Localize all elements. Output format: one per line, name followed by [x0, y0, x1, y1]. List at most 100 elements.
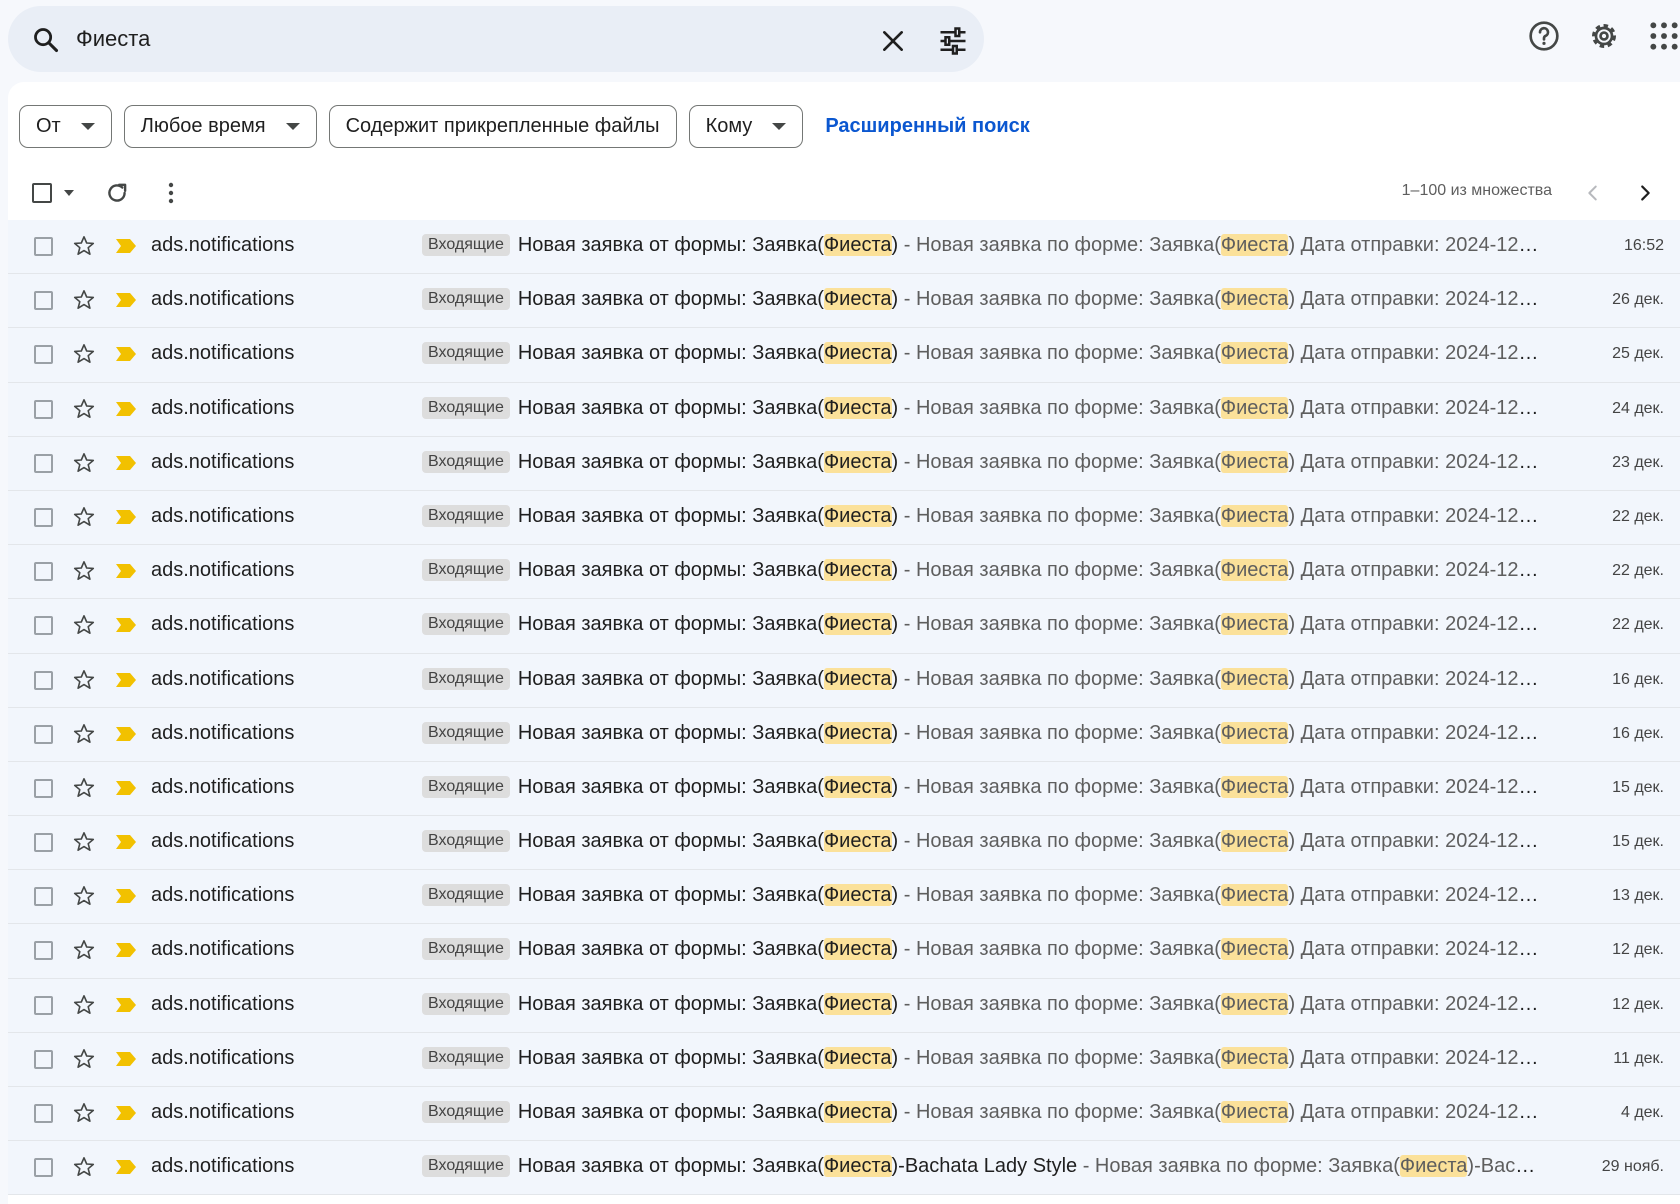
important-marker-icon[interactable] [115, 672, 137, 688]
email-row[interactable]: ads.notifications Входящие Новая заявка о… [8, 653, 1680, 708]
prev-page-icon[interactable] [1582, 182, 1604, 204]
email-row[interactable]: ads.notifications Входящие Новая заявка о… [8, 816, 1680, 871]
label-badge[interactable]: Входящие [422, 1155, 510, 1178]
row-checkbox[interactable] [34, 778, 53, 798]
close-icon[interactable] [880, 28, 906, 54]
label-badge[interactable]: Входящие [422, 1101, 510, 1123]
email-row[interactable]: ads.notifications Входящие Новая заявка о… [8, 599, 1680, 654]
select-all-checkbox[interactable] [32, 183, 52, 203]
important-marker-icon[interactable] [115, 617, 137, 633]
label-badge[interactable]: Входящие [422, 450, 510, 473]
email-row[interactable]: ads.notifications Входящие Новая заявка о… [8, 274, 1680, 329]
star-icon[interactable] [72, 505, 96, 529]
star-icon[interactable] [72, 234, 96, 258]
row-checkbox[interactable] [34, 399, 53, 419]
email-row[interactable]: ads.notifications Входящие Новая заявка о… [8, 328, 1680, 383]
search-icon[interactable] [32, 26, 60, 54]
more-vert-icon[interactable] [166, 180, 176, 206]
star-icon[interactable] [72, 1047, 96, 1071]
email-row[interactable]: ads.notifications Входящие Новая заявка о… [8, 490, 1680, 546]
filter-time-chip[interactable]: Любое время [123, 104, 317, 148]
label-badge[interactable]: Входящие [422, 721, 510, 744]
label-badge[interactable]: Входящие [422, 667, 510, 690]
gear-icon[interactable] [1588, 20, 1620, 52]
row-checkbox[interactable] [34, 562, 53, 582]
email-row[interactable]: ads.notifications Входящие Новая заявка о… [8, 761, 1680, 817]
star-icon[interactable] [72, 830, 96, 854]
apps-grid-icon[interactable] [1648, 20, 1680, 52]
star-icon[interactable] [72, 397, 96, 421]
refresh-icon[interactable] [104, 180, 130, 206]
star-icon[interactable] [72, 288, 96, 312]
label-badge[interactable]: Входящие [422, 613, 510, 636]
email-row[interactable]: ads.notifications Входящие Новая заявка о… [8, 924, 1680, 979]
important-marker-icon[interactable] [115, 346, 137, 362]
label-badge[interactable]: Входящие [422, 1046, 510, 1069]
filter-attachments-chip[interactable]: Содержит прикрепленные файлы [328, 104, 677, 148]
search-input[interactable]: Фиеста [76, 26, 150, 52]
important-marker-icon[interactable] [115, 1105, 137, 1121]
important-marker-icon[interactable] [115, 1051, 137, 1067]
row-checkbox[interactable] [34, 887, 53, 907]
row-checkbox[interactable] [34, 291, 53, 311]
tune-icon[interactable] [938, 26, 968, 56]
row-checkbox[interactable] [34, 833, 53, 853]
label-badge[interactable]: Входящие [422, 559, 510, 582]
row-checkbox[interactable] [34, 507, 53, 527]
important-marker-icon[interactable] [115, 888, 137, 904]
row-checkbox[interactable] [34, 345, 53, 365]
row-checkbox[interactable] [34, 995, 53, 1015]
label-badge[interactable]: Входящие [422, 884, 510, 907]
star-icon[interactable] [72, 668, 96, 692]
important-marker-icon[interactable] [115, 997, 137, 1013]
star-icon[interactable] [72, 776, 96, 800]
label-badge[interactable]: Входящие [422, 938, 510, 961]
star-icon[interactable] [72, 993, 96, 1017]
help-icon[interactable] [1528, 20, 1560, 52]
star-icon[interactable] [72, 451, 96, 475]
star-icon[interactable] [72, 342, 96, 366]
row-checkbox[interactable] [34, 1158, 53, 1178]
email-row[interactable]: ads.notifications Входящие Новая заявка о… [8, 545, 1680, 600]
row-checkbox[interactable] [34, 616, 53, 636]
filter-to-chip[interactable]: Кому [688, 104, 804, 148]
email-row[interactable]: ads.notifications Входящие Новая заявка о… [8, 1087, 1680, 1142]
label-badge[interactable]: Входящие [422, 830, 510, 853]
important-marker-icon[interactable] [115, 509, 137, 525]
important-marker-icon[interactable] [115, 401, 137, 417]
advanced-search-link[interactable]: Расширенный поиск [825, 115, 1029, 138]
important-marker-icon[interactable] [115, 292, 137, 308]
select-dropdown-icon[interactable] [62, 188, 76, 198]
important-marker-icon[interactable] [115, 238, 137, 254]
next-page-icon[interactable] [1634, 182, 1656, 204]
important-marker-icon[interactable] [115, 1159, 137, 1175]
email-row[interactable]: ads.notifications Входящие Новая заявка о… [8, 707, 1680, 762]
row-checkbox[interactable] [34, 453, 53, 473]
row-checkbox[interactable] [34, 670, 53, 690]
email-row[interactable]: ads.notifications Входящие Новая заявка о… [8, 870, 1680, 925]
row-checkbox[interactable] [34, 1049, 53, 1069]
label-badge[interactable]: Входящие [422, 342, 510, 365]
email-row[interactable]: ads.notifications Входящие Новая заявка о… [8, 1032, 1680, 1087]
important-marker-icon[interactable] [115, 834, 137, 850]
important-marker-icon[interactable] [115, 726, 137, 742]
important-marker-icon[interactable] [115, 455, 137, 471]
filter-from-chip[interactable]: От [19, 104, 112, 148]
star-icon[interactable] [72, 1155, 96, 1179]
important-marker-icon[interactable] [115, 780, 137, 796]
star-icon[interactable] [72, 884, 96, 908]
row-checkbox[interactable] [34, 941, 53, 961]
search-bar[interactable]: Фиеста [8, 6, 984, 72]
label-badge[interactable]: Входящие [422, 234, 510, 256]
row-checkbox[interactable] [34, 1104, 53, 1123]
email-row[interactable]: ads.notifications Входящие Новая заявка о… [8, 382, 1680, 437]
row-checkbox[interactable] [34, 724, 53, 744]
important-marker-icon[interactable] [115, 563, 137, 579]
star-icon[interactable] [72, 722, 96, 746]
important-marker-icon[interactable] [115, 942, 137, 958]
label-badge[interactable]: Входящие [422, 396, 510, 419]
row-checkbox[interactable] [34, 237, 53, 256]
label-badge[interactable]: Входящие [422, 504, 510, 527]
label-badge[interactable]: Входящие [422, 775, 510, 798]
email-row[interactable]: ads.notifications Входящие Новая заявка о… [8, 978, 1680, 1033]
